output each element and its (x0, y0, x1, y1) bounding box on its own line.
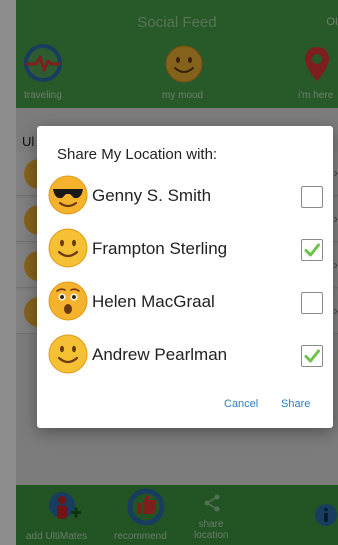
contact-checkbox[interactable] (301, 186, 323, 208)
share-location-dialog: Share My Location with: Genny S. Smith F… (37, 126, 333, 428)
contact-row-helen[interactable]: Helen MacGraal (47, 278, 327, 328)
contact-name: Andrew Pearlman (92, 345, 228, 364)
sunglasses-face-icon (48, 175, 88, 215)
surprised-face-icon (48, 281, 88, 321)
smiling-face-icon (48, 228, 88, 268)
share-button[interactable]: Share (281, 398, 310, 410)
cancel-button[interactable]: Cancel (224, 398, 258, 410)
contact-checkbox[interactable] (301, 292, 323, 314)
contact-name: Helen MacGraal (92, 292, 215, 311)
smiling-face-icon (48, 334, 88, 374)
dialog-title: Share My Location with: (57, 146, 218, 163)
contact-name: Genny S. Smith (92, 186, 212, 205)
checkmark-icon (304, 243, 320, 257)
contact-row-genny[interactable]: Genny S. Smith (47, 172, 327, 222)
contact-checkbox[interactable] (301, 239, 323, 261)
checkmark-icon (304, 349, 320, 363)
contact-row-andrew[interactable]: Andrew Pearlman (47, 331, 327, 381)
contact-name: Frampton Sterling (92, 239, 228, 258)
contact-row-frampton[interactable]: Frampton Sterling (47, 225, 327, 275)
contact-checkbox[interactable] (301, 345, 323, 367)
